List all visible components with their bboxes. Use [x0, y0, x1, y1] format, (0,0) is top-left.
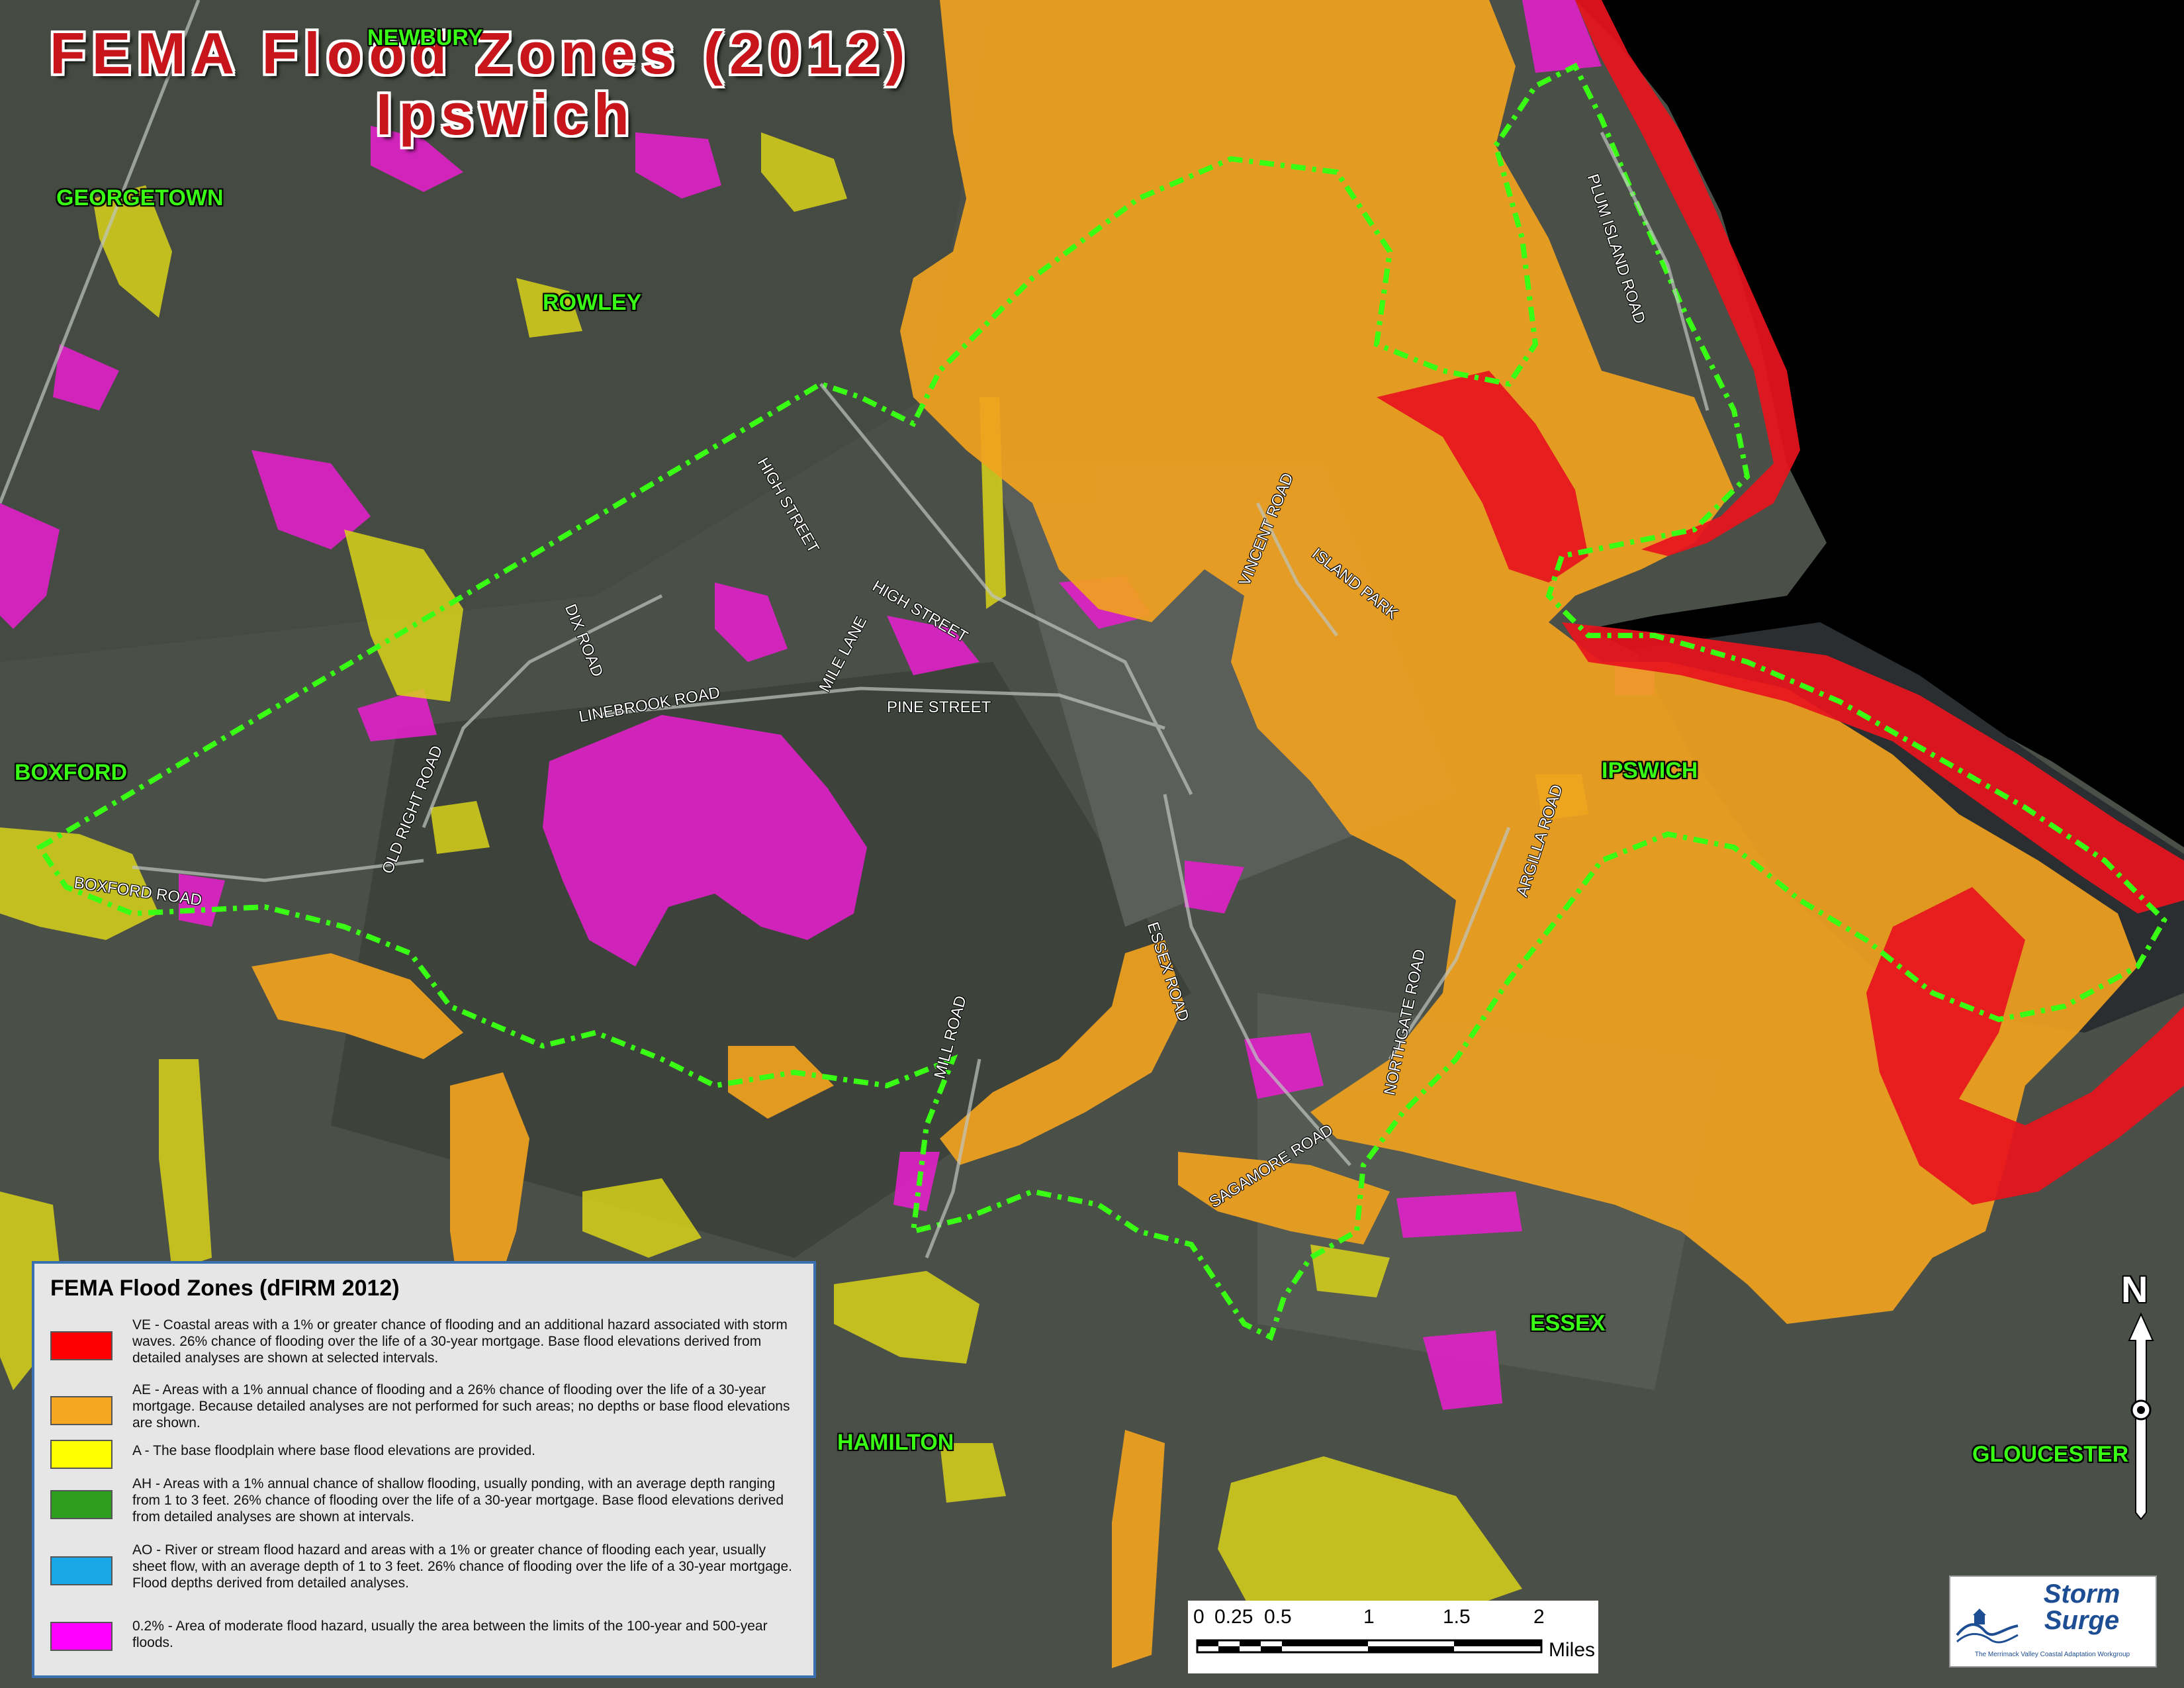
scale-bar: 0 0.25 0.5 1 1.5 2 Miles — [1188, 1601, 1598, 1673]
town-label-rowley: ROWLEY — [543, 290, 642, 315]
town-label-hamilton: HAMILTON — [837, 1430, 954, 1455]
legend-swatch-0.2pct — [50, 1622, 113, 1651]
north-arrow-icon — [2128, 1312, 2154, 1521]
map-title-line2: Ipswich — [376, 81, 636, 147]
town-label-ipswich: IPSWICH — [1602, 758, 1698, 783]
town-label-gloucester: GLOUCESTER — [1972, 1442, 2129, 1467]
town-label-essex: ESSEX — [1530, 1311, 1606, 1336]
town-label-boxford: BOXFORD — [15, 760, 127, 785]
road-label-pine: PINE STREET — [887, 698, 991, 716]
wave-logo-icon — [1956, 1609, 2019, 1644]
logo-name-line1: Storm — [2043, 1579, 2120, 1609]
legend-swatch-a — [50, 1440, 113, 1469]
storm-surge-logo: Storm Surge The Merrimack Valley Coastal… — [1949, 1575, 2157, 1667]
north-arrow: N — [2115, 1268, 2167, 1526]
legend-text-a: A - The base floodplain where base flood… — [132, 1443, 536, 1458]
legend-item-0.2pct: 0.2% - Area of moderate flood hazard, us… — [50, 1618, 798, 1671]
legend-text-ve: VE - Coastal areas with a 1% or greater … — [132, 1317, 788, 1366]
legend-text-ah: AH - Areas with a 1% annual chance of sh… — [132, 1476, 784, 1524]
legend-item-ve: VE - Coastal areas with a 1% or greater … — [50, 1317, 798, 1370]
legend-item-ae: AE - Areas with a 1% annual chance of fl… — [50, 1382, 798, 1434]
legend-swatch-ah — [50, 1490, 113, 1519]
legend-text-ao: AO - River or stream flood hazard and ar… — [132, 1542, 792, 1591]
logo-name-line2: Surge — [2044, 1606, 2120, 1635]
legend-text-ae: AE - Areas with a 1% annual chance of fl… — [132, 1382, 790, 1430]
legend-title: FEMA Flood Zones (dFIRM 2012) — [50, 1276, 400, 1301]
legend-item-ah: AH - Areas with a 1% annual chance of sh… — [50, 1476, 798, 1528]
legend-panel: FEMA Flood Zones (dFIRM 2012) VE - Coast… — [32, 1261, 816, 1678]
legend-swatch-ve — [50, 1331, 113, 1360]
scale-unit: Miles — [1549, 1639, 1596, 1661]
legend-item-ao: AO - River or stream flood hazard and ar… — [50, 1542, 798, 1595]
logo-name: Storm Surge — [2014, 1581, 2150, 1634]
town-label-newbury: NEWBURY — [367, 25, 483, 50]
town-label-georgetown: GEORGETOWN — [56, 185, 224, 211]
legend-swatch-ao — [50, 1556, 113, 1585]
scale-bar-graphic — [1196, 1639, 1543, 1654]
legend-swatch-ae — [50, 1396, 113, 1425]
logo-subtitle: The Merrimack Valley Coastal Adaptation … — [1974, 1651, 2130, 1658]
legend-text-0.2pct: 0.2% - Area of moderate flood hazard, us… — [132, 1618, 768, 1650]
